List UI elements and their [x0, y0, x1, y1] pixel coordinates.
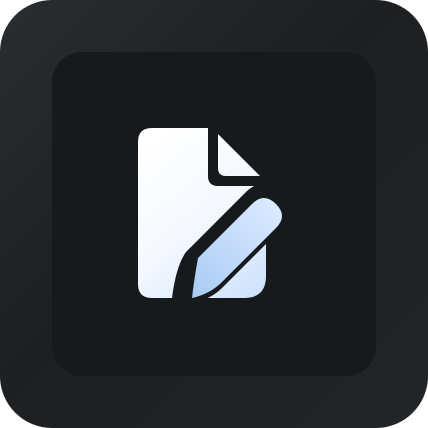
document-edit-icon: [138, 128, 290, 308]
document-fold-corner: [218, 134, 260, 176]
app-icon-tile[interactable]: [0, 0, 428, 428]
